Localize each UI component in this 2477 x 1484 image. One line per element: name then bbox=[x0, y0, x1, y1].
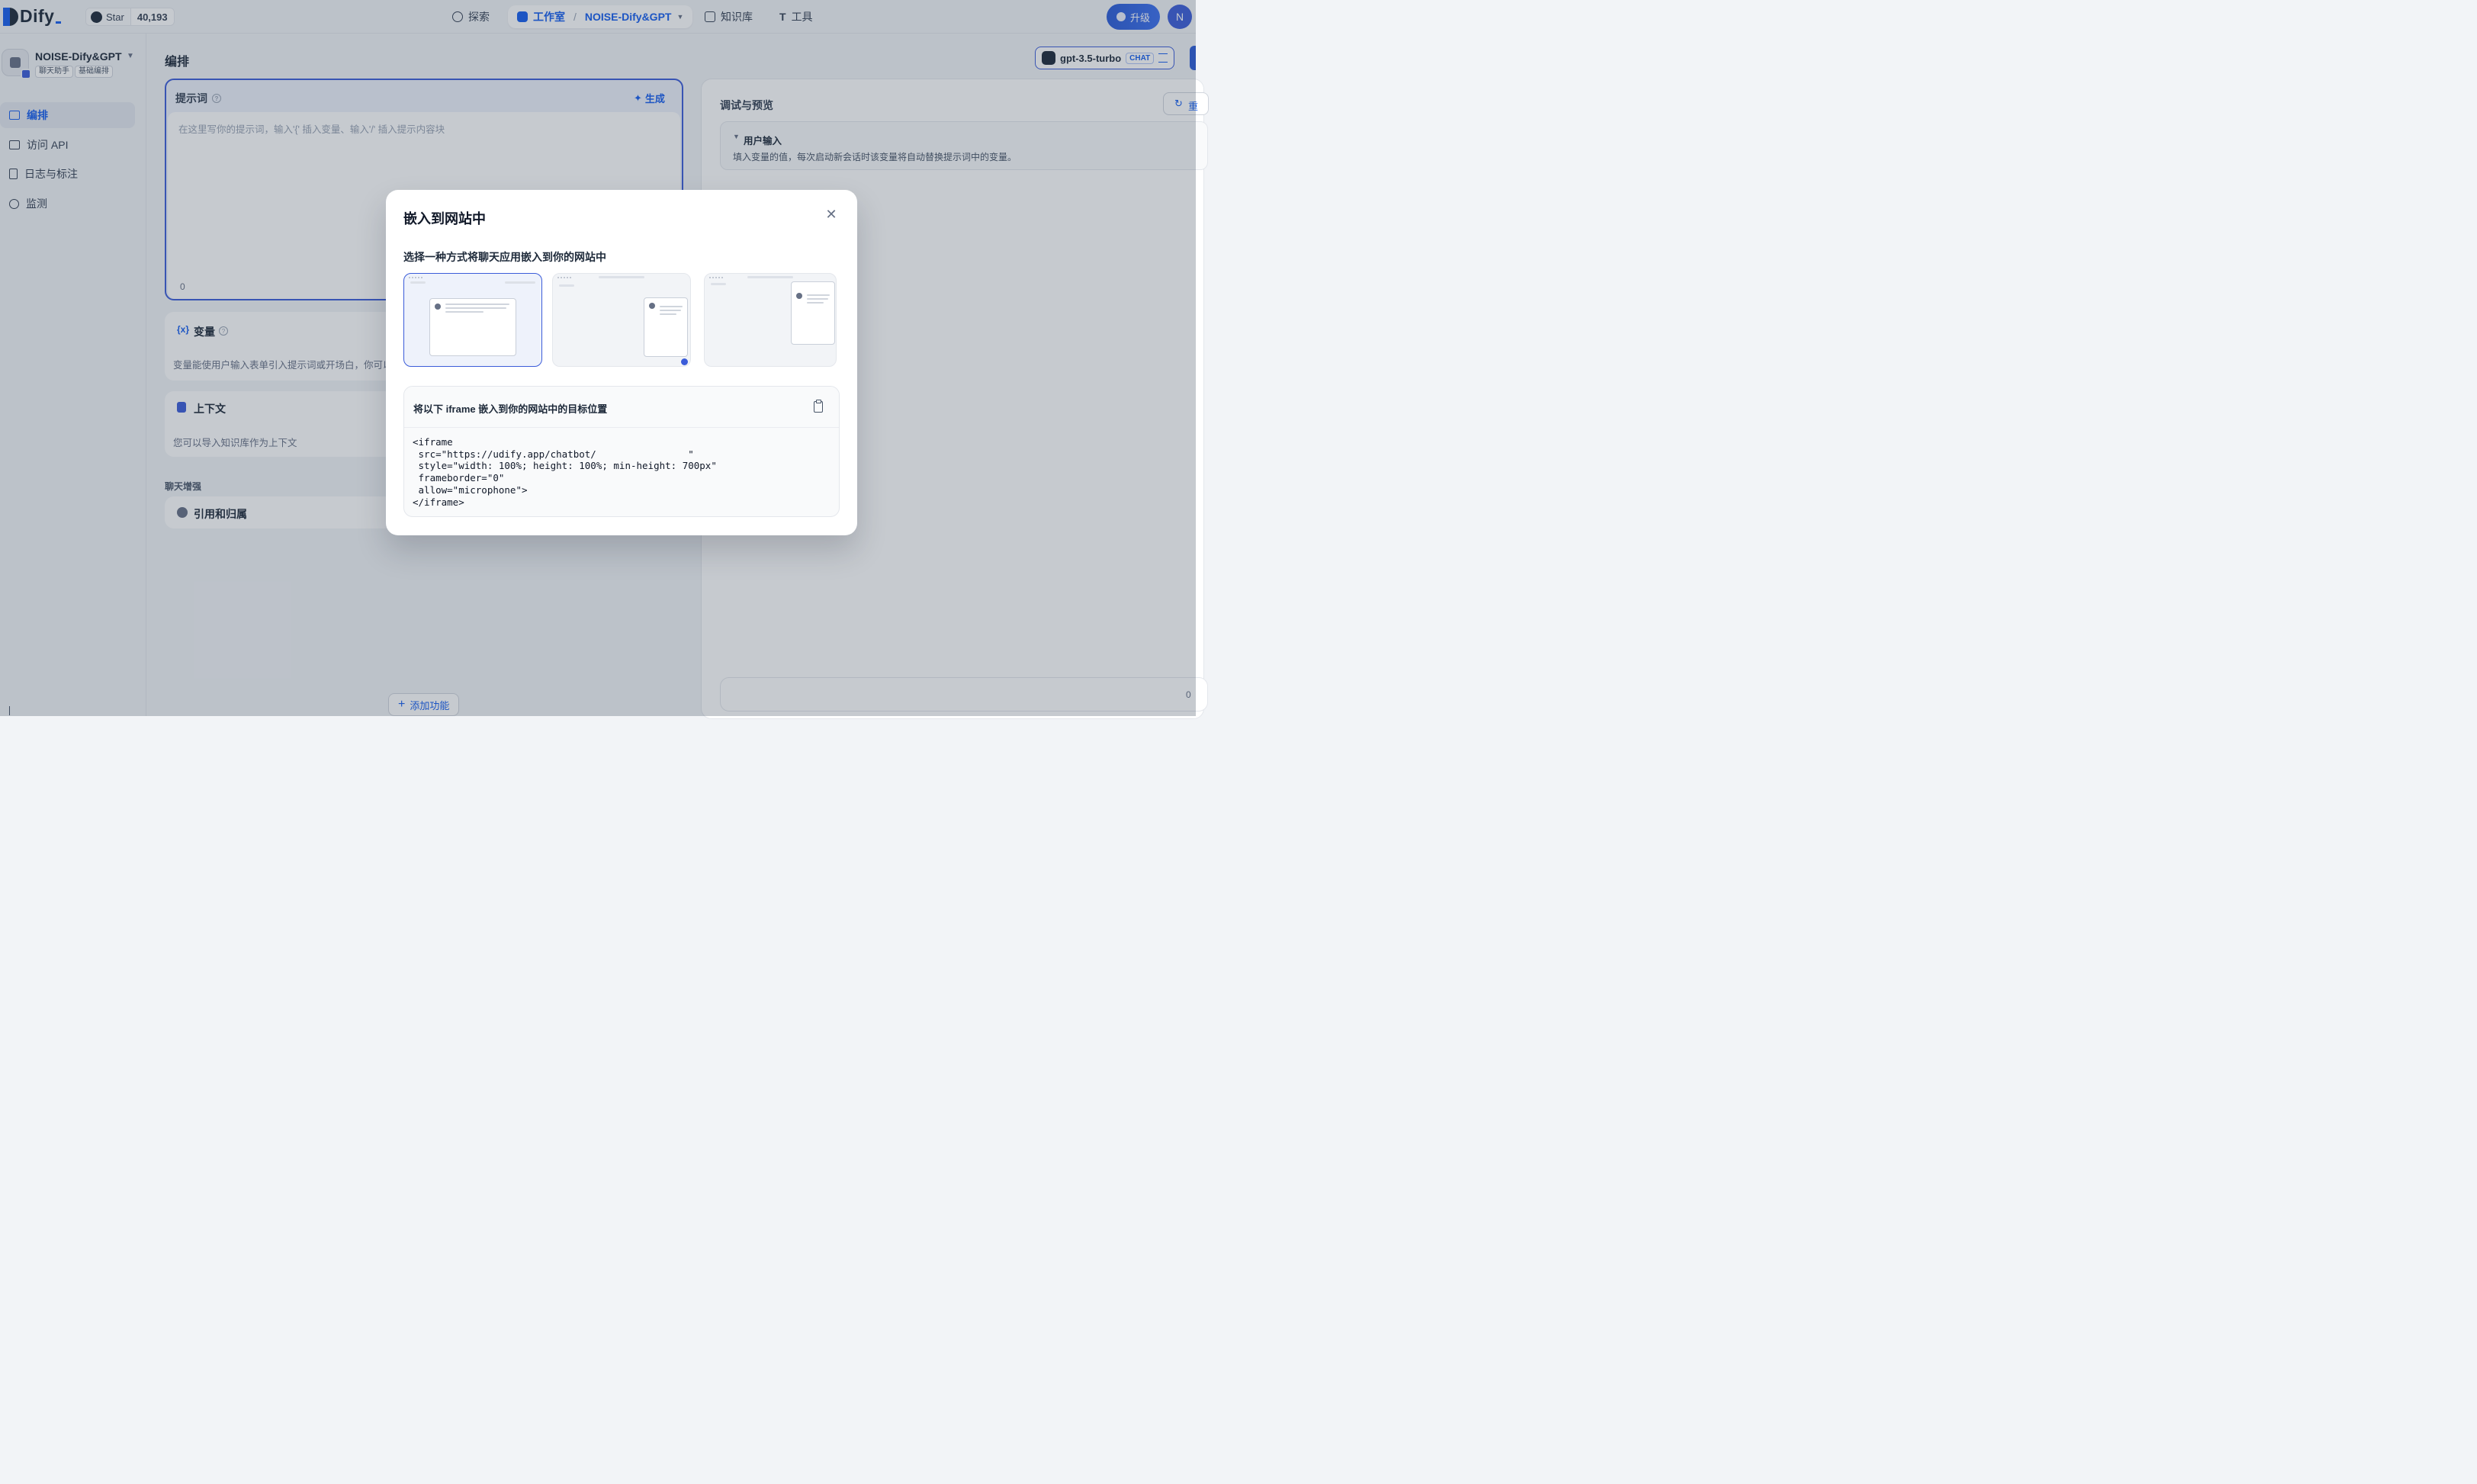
modal-subtitle: 选择一种方式将聊天应用嵌入到你的网站中 bbox=[403, 251, 606, 263]
code-card-header: 将以下 iframe 嵌入到你的网站中的目标位置 bbox=[404, 387, 839, 428]
placeholder-bar bbox=[410, 281, 426, 284]
text-line bbox=[445, 311, 484, 313]
text-line bbox=[660, 310, 681, 311]
embed-modal: 嵌入到网站中 ✕ 选择一种方式将聊天应用嵌入到你的网站中 将以下 iframe … bbox=[386, 190, 857, 535]
text-line bbox=[807, 298, 828, 300]
bot-avatar-icon bbox=[796, 293, 802, 299]
embed-option-extension[interactable] bbox=[704, 273, 837, 367]
code-card-label: 将以下 iframe 嵌入到你的网站中的目标位置 bbox=[413, 403, 608, 415]
placeholder-bar bbox=[559, 284, 574, 287]
close-icon[interactable]: ✕ bbox=[825, 207, 837, 221]
window-dots bbox=[557, 277, 571, 279]
chat-window-illustration bbox=[791, 281, 835, 345]
chat-bubble-button-illustration bbox=[681, 358, 688, 365]
bot-avatar-icon bbox=[649, 303, 655, 309]
text-line bbox=[660, 313, 676, 315]
embed-code-snippet[interactable]: <iframe src="https://udify.app/chatbot/ … bbox=[413, 436, 717, 508]
modal-title: 嵌入到网站中 bbox=[403, 211, 486, 226]
placeholder-bar bbox=[599, 276, 644, 278]
placeholder-bar bbox=[711, 283, 726, 285]
text-line bbox=[445, 307, 506, 309]
placeholder-bar bbox=[747, 276, 793, 278]
chat-window-illustration bbox=[429, 298, 516, 356]
text-line bbox=[660, 306, 683, 307]
chat-window-illustration bbox=[644, 297, 688, 357]
clipboard-icon[interactable] bbox=[814, 400, 823, 413]
embed-code-card: 将以下 iframe 嵌入到你的网站中的目标位置 <iframe src="ht… bbox=[403, 386, 840, 517]
text-line bbox=[445, 304, 509, 305]
embed-option-script[interactable] bbox=[552, 273, 691, 367]
text-line bbox=[807, 302, 824, 304]
window-dots bbox=[409, 277, 422, 279]
bot-avatar-icon bbox=[435, 304, 441, 310]
embed-option-iframe[interactable] bbox=[403, 273, 542, 367]
text-line bbox=[807, 294, 830, 296]
placeholder-bar bbox=[505, 281, 535, 284]
window-dots bbox=[709, 277, 723, 279]
